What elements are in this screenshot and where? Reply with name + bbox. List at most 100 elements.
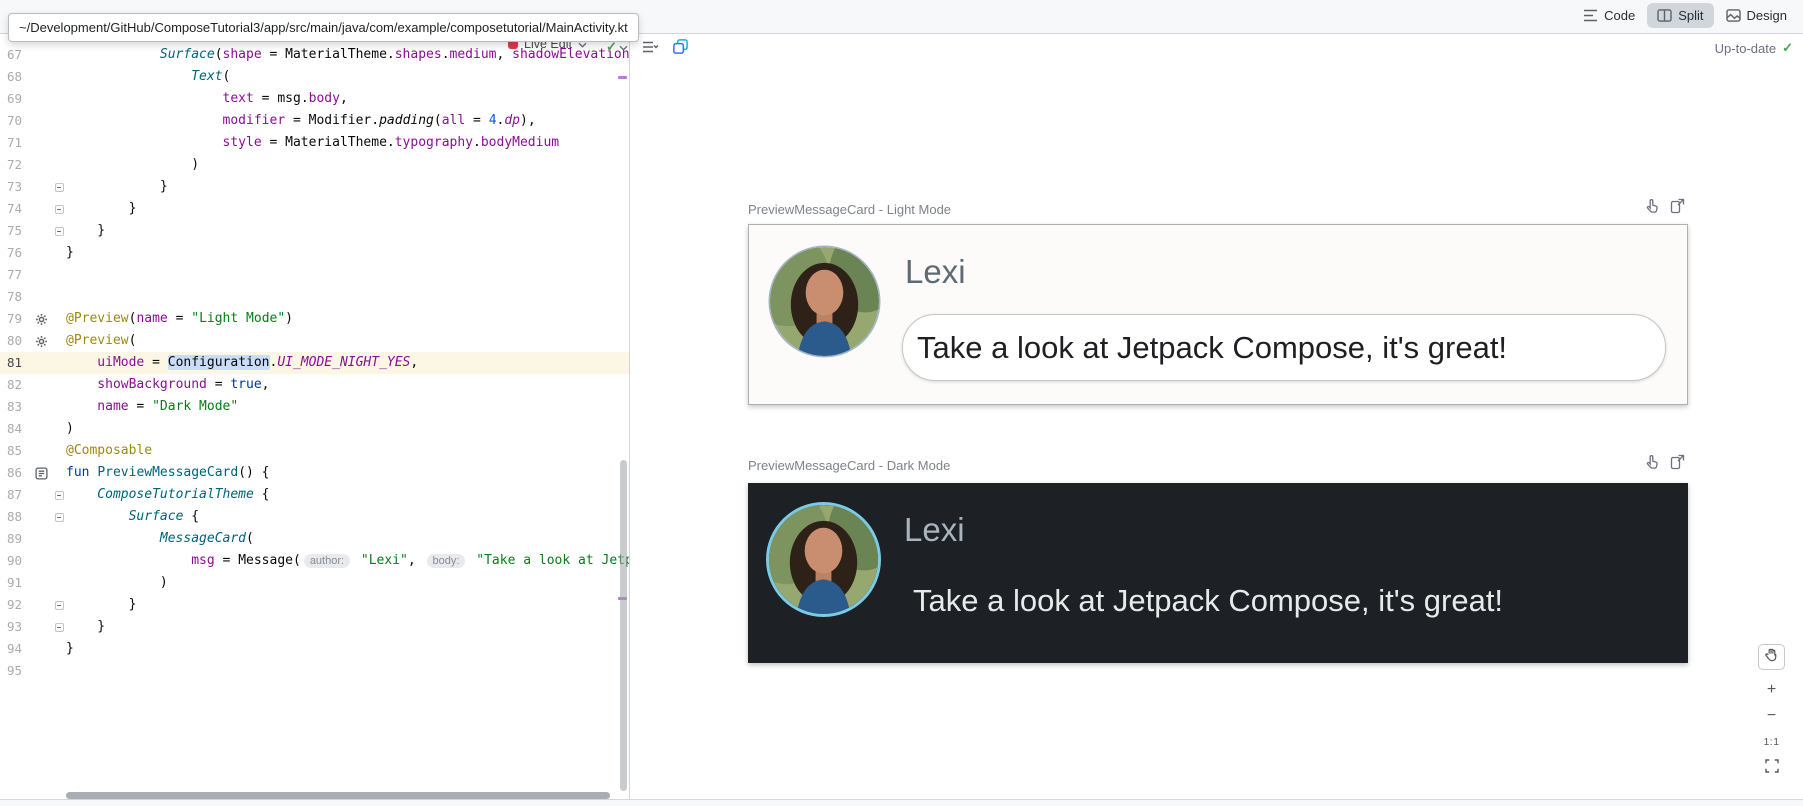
code-line[interactable]: 72) [0, 154, 629, 176]
zoom-out-button[interactable]: − [1758, 703, 1785, 729]
check-icon: ✓ [1782, 40, 1793, 56]
layers-icon[interactable] [672, 38, 689, 55]
code-line[interactable]: 68Text( [0, 66, 629, 88]
fold-column [52, 660, 66, 682]
status-bar [0, 799, 1803, 806]
line-number[interactable]: 70 [0, 110, 30, 132]
code-line[interactable]: 74} [0, 198, 629, 220]
code-line[interactable]: 76} [0, 242, 629, 264]
fold-marker[interactable] [52, 198, 66, 220]
code-line[interactable]: 86fun PreviewMessageCard() { [0, 462, 629, 484]
line-number[interactable]: 73 [0, 176, 30, 198]
line-number[interactable]: 67 [0, 44, 30, 66]
message-text: Take a look at Jetpack Compose, it's gre… [917, 330, 1507, 366]
line-number[interactable]: 81 [0, 352, 30, 374]
line-number[interactable]: 88 [0, 506, 30, 528]
tab-code[interactable]: Code [1573, 3, 1645, 28]
avatar [770, 247, 879, 356]
code-editor[interactable]: 67Surface(shape = MaterialTheme.shapes.m… [0, 34, 629, 806]
code-line[interactable]: 92} [0, 594, 629, 616]
zoom-to-fit-button[interactable] [1758, 755, 1785, 781]
fold-marker[interactable] [52, 506, 66, 528]
code-line[interactable]: 93} [0, 616, 629, 638]
line-number[interactable]: 78 [0, 286, 30, 308]
line-number[interactable]: 75 [0, 220, 30, 242]
tab-design[interactable]: Design [1716, 3, 1797, 28]
code-line[interactable]: 71style = MaterialTheme.typography.bodyM… [0, 132, 629, 154]
code-line[interactable]: 80@Preview( [0, 330, 629, 352]
line-number[interactable]: 94 [0, 638, 30, 660]
line-number[interactable]: 84 [0, 418, 30, 440]
gutter-space [30, 264, 52, 286]
code-line[interactable]: 88Surface { [0, 506, 629, 528]
code-line[interactable]: 87ComposeTutorialTheme { [0, 484, 629, 506]
horizontal-scrollbar[interactable] [66, 792, 610, 799]
tab-split[interactable]: Split [1647, 3, 1713, 28]
code-line[interactable]: 89MessageCard( [0, 528, 629, 550]
design-tab-icon [1726, 9, 1741, 22]
run-preview-icon[interactable] [1670, 454, 1685, 470]
line-number[interactable]: 82 [0, 374, 30, 396]
code-line[interactable]: 95 [0, 660, 629, 682]
line-number[interactable]: 71 [0, 132, 30, 154]
fold-column [52, 132, 66, 154]
code-text: } [66, 220, 629, 242]
code-line[interactable]: 83name = "Dark Mode" [0, 396, 629, 418]
line-number[interactable]: 92 [0, 594, 30, 616]
line-number[interactable]: 74 [0, 198, 30, 220]
android-studio-window: Code Split Design ~/Development/GitHub/C… [0, 0, 1803, 806]
code-line[interactable]: 73} [0, 176, 629, 198]
line-number[interactable]: 91 [0, 572, 30, 594]
line-number[interactable]: 69 [0, 88, 30, 110]
line-number[interactable]: 79 [0, 308, 30, 330]
fold-marker[interactable] [52, 484, 66, 506]
line-number[interactable]: 72 [0, 154, 30, 176]
fold-marker[interactable] [52, 220, 66, 242]
preview-settings-gutter-icon[interactable] [30, 308, 52, 330]
line-number[interactable]: 89 [0, 528, 30, 550]
preview-card-light[interactable]: Lexi Take a look at Jetpack Compose, it'… [748, 224, 1688, 405]
zoom-in-button[interactable]: + [1758, 677, 1785, 703]
hand-icon [1764, 647, 1779, 667]
line-number[interactable]: 68 [0, 66, 30, 88]
preview-card-dark[interactable]: Lexi Take a look at Jetpack Compose, it'… [748, 483, 1688, 663]
line-number[interactable]: 90 [0, 550, 30, 572]
preview-settings-gutter-icon[interactable] [30, 330, 52, 352]
message-bubble: Take a look at Jetpack Compose, it's gre… [902, 314, 1666, 381]
fold-marker[interactable] [52, 616, 66, 638]
code-line[interactable]: 77 [0, 264, 629, 286]
fold-marker[interactable] [52, 594, 66, 616]
line-number[interactable]: 86 [0, 462, 30, 484]
interactive-mode-icon[interactable] [1644, 454, 1660, 470]
code-line[interactable]: 78 [0, 286, 629, 308]
line-number[interactable]: 85 [0, 440, 30, 462]
view-options-icon[interactable] [642, 40, 658, 54]
line-number[interactable]: 87 [0, 484, 30, 506]
scrollbar-mark [618, 76, 627, 79]
code-line[interactable]: 81uiMode = Configuration.UI_MODE_NIGHT_Y… [0, 352, 629, 374]
code-line[interactable]: 84) [0, 418, 629, 440]
line-number[interactable]: 80 [0, 330, 30, 352]
run-preview-icon[interactable] [1670, 198, 1685, 214]
code-line[interactable]: 75} [0, 220, 629, 242]
code-line[interactable]: 94} [0, 638, 629, 660]
code-line[interactable]: 79@Preview(name = "Light Mode") [0, 308, 629, 330]
line-number[interactable]: 83 [0, 396, 30, 418]
code-line[interactable]: 69text = msg.body, [0, 88, 629, 110]
vertical-scrollbar[interactable] [620, 460, 627, 791]
code-line[interactable]: 91) [0, 572, 629, 594]
line-number[interactable]: 95 [0, 660, 30, 682]
zoom-actual-size-button[interactable]: 1:1 [1758, 729, 1785, 755]
fold-marker[interactable] [52, 176, 66, 198]
preview-actions-dark [1644, 454, 1685, 470]
line-number[interactable]: 93 [0, 616, 30, 638]
code-line[interactable]: 90msg = Message(author: "Lexi", body: "T… [0, 550, 629, 572]
interactive-mode-icon[interactable] [1644, 198, 1660, 214]
compose-preview-gutter-icon[interactable] [30, 462, 52, 484]
line-number[interactable]: 77 [0, 264, 30, 286]
pan-button[interactable] [1758, 644, 1785, 670]
code-line[interactable]: 70modifier = Modifier.padding(all = 4.dp… [0, 110, 629, 132]
line-number[interactable]: 76 [0, 242, 30, 264]
code-line[interactable]: 82showBackground = true, [0, 374, 629, 396]
code-line[interactable]: 85@Composable [0, 440, 629, 462]
